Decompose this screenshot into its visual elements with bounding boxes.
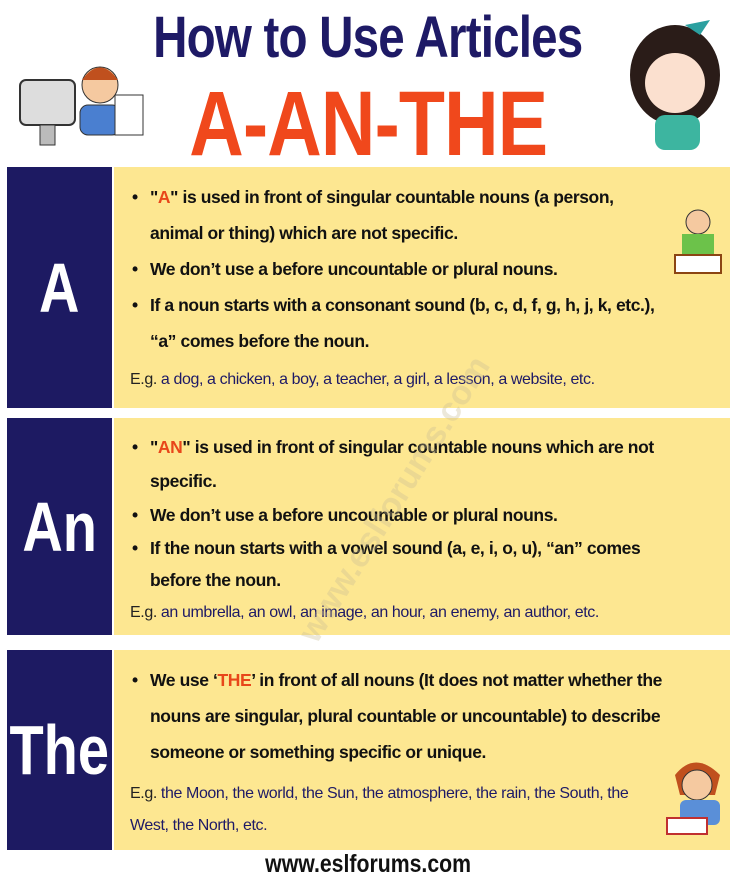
example-text: E.g. an umbrella, an owl, an image, an h… [130,604,599,621]
bullet: "AN" is used in front of singular counta… [130,430,670,498]
section-a: A "A" is used in front of singular count… [7,167,730,408]
girl-illustration [630,20,720,150]
bullet: If the noun starts with a vowel sound (a… [130,532,670,596]
bullet: We don’t use a before uncountable or plu… [130,251,670,287]
example-text: E.g. the Moon, the world, the Sun, the a… [130,785,629,834]
bullet: If a noun starts with a consonant sound … [130,287,670,359]
bullet: We use ‘THE’ in front of all nouns (It d… [130,662,685,770]
boy-reading-illustration [666,762,720,835]
bullet: We don’t use a before uncountable or plu… [130,498,670,532]
boy-writing-illustration [674,209,722,274]
section-label: An [7,418,112,635]
example-text: E.g. a dog, a chicken, a boy, a teacher,… [130,371,595,388]
section-an: An "AN" is used in front of singular cou… [7,418,730,635]
computer-boy-illustration [19,66,144,146]
section-label: A [7,167,112,408]
bullet: "A" is used in front of singular countab… [130,179,670,251]
footer-url: www.eslforums.com [265,850,471,878]
section-the: The We use ‘THE’ in front of all nouns (… [7,650,730,850]
section-label: The [7,650,112,850]
